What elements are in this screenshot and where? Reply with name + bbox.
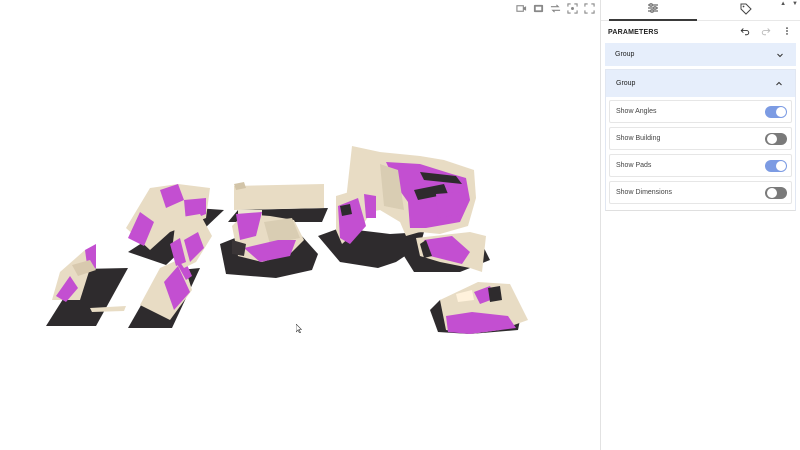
group-header[interactable]: Group [605, 43, 796, 66]
param-label: Show Angles [616, 108, 657, 115]
group-label: Group [615, 51, 635, 58]
parameter-list: Show Angles Show Building Show Pads Show… [606, 97, 795, 210]
model-piece-back-left [126, 184, 224, 268]
toggle-knob [767, 187, 777, 198]
param-row-show-building: Show Building [609, 127, 792, 150]
show-pads-toggle[interactable] [765, 159, 787, 172]
redo-icon[interactable] [761, 23, 771, 41]
param-label: Show Pads [616, 162, 652, 169]
sliders-icon [647, 1, 659, 19]
param-row-show-pads: Show Pads [609, 154, 792, 177]
chevron-up-icon[interactable] [775, 75, 783, 93]
param-row-show-dimensions: Show Dimensions [609, 181, 792, 204]
header-actions [740, 23, 792, 41]
chevron-down-icon[interactable] [776, 46, 784, 64]
model-piece-center-left [128, 258, 200, 328]
parameter-group-collapsed: Group [605, 43, 796, 66]
undo-icon[interactable] [740, 23, 750, 41]
caret-up-icon[interactable]: ▲ [780, 1, 786, 7]
skatepark-model[interactable] [0, 0, 600, 450]
window-controls: ▲ ▼ [780, 1, 798, 7]
param-row-show-angles: Show Angles [609, 100, 792, 123]
show-angles-toggle[interactable] [765, 105, 787, 118]
more-vertical-icon[interactable] [782, 23, 792, 41]
app-window: ▲ ▼ PARAMETERS Group Group Show Angles S… [0, 0, 800, 450]
show-building-toggle[interactable] [765, 132, 787, 145]
page-title: PARAMETERS [608, 28, 659, 36]
parameters-panel: ▲ ▼ PARAMETERS Group Group Show Angles S… [600, 0, 800, 450]
model-piece-left [46, 244, 128, 326]
parameters-header: PARAMETERS [601, 21, 800, 43]
param-label: Show Dimensions [616, 189, 673, 196]
group-label: Group [616, 80, 636, 87]
model-piece-front-right [404, 232, 528, 334]
mouse-cursor-icon [295, 320, 303, 338]
panel-tabs: ▲ ▼ [601, 0, 800, 21]
caret-down-icon[interactable]: ▼ [792, 1, 798, 7]
parameter-group-expanded: Group Show Angles Show Building Show Pad… [605, 69, 796, 211]
show-dimensions-toggle[interactable] [765, 186, 787, 199]
3d-viewport[interactable] [0, 0, 600, 450]
group-header[interactable]: Group [606, 70, 795, 97]
tag-icon [740, 2, 752, 20]
tab-tags[interactable] [702, 0, 790, 21]
toggle-knob [767, 133, 777, 144]
toggle-knob [776, 160, 786, 171]
param-label: Show Building [616, 135, 661, 142]
toggle-knob [776, 106, 786, 117]
tab-parameters[interactable] [609, 0, 697, 21]
